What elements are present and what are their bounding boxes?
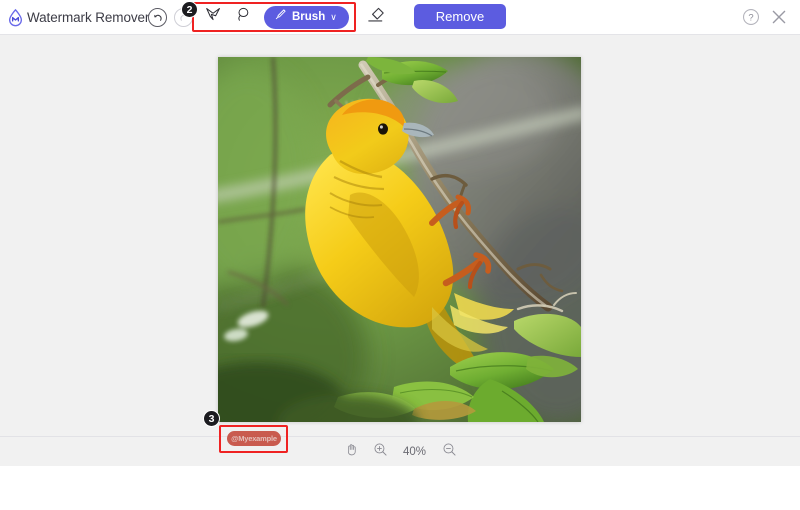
water-drop-logo-icon: [6, 8, 25, 27]
selection-tool-group: Brush ∨: [192, 3, 355, 31]
brush-tool-button[interactable]: Brush ∨: [264, 6, 349, 29]
brush-icon: [274, 8, 287, 26]
step-badge-3: 3: [203, 410, 220, 427]
close-window-button[interactable]: [769, 7, 789, 27]
brush-tool-label: Brush: [292, 11, 325, 23]
top-toolbar: Watermark Remover: [0, 0, 800, 35]
watermark-remover-window: Watermark Remover: [0, 0, 800, 510]
question-mark-icon: ?: [742, 13, 760, 30]
polygon-lasso-icon: [204, 6, 223, 28]
app-title: Watermark Remover: [27, 10, 149, 25]
eraser-tool-button[interactable]: [363, 7, 389, 28]
image-preview[interactable]: [218, 57, 581, 422]
undo-arrow-icon: [152, 12, 164, 24]
free-lasso-tool[interactable]: [228, 4, 258, 30]
zoom-out-button[interactable]: [442, 442, 457, 462]
zoom-level-label: 40%: [402, 446, 428, 458]
hand-pan-button[interactable]: [344, 442, 359, 462]
app-brand: Watermark Remover: [6, 8, 149, 27]
hand-pan-icon: [344, 442, 359, 462]
eraser-icon: [366, 6, 386, 29]
watermark-text: @Myexample: [228, 433, 280, 444]
zoom-in-icon: [373, 442, 388, 462]
bird-photo: [218, 57, 581, 422]
zoom-out-icon: [442, 442, 457, 462]
zoom-in-button[interactable]: [373, 442, 388, 462]
svg-text:?: ?: [748, 13, 753, 24]
remove-watermark-button[interactable]: Remove: [414, 4, 506, 29]
free-lasso-icon: [234, 6, 252, 28]
polygon-lasso-tool[interactable]: [198, 4, 228, 30]
chevron-down-icon: ∨: [330, 13, 337, 22]
help-button[interactable]: ?: [742, 8, 760, 26]
bottom-action-bar: New Image Crop & Save Save: [0, 466, 800, 510]
zoom-toolbar: 40%: [0, 436, 800, 466]
step-badge-2: 2: [181, 1, 198, 18]
close-x-icon: [769, 14, 789, 31]
editor-canvas-area[interactable]: @Myexample 3: [0, 35, 800, 436]
undo-button[interactable]: [148, 8, 167, 27]
